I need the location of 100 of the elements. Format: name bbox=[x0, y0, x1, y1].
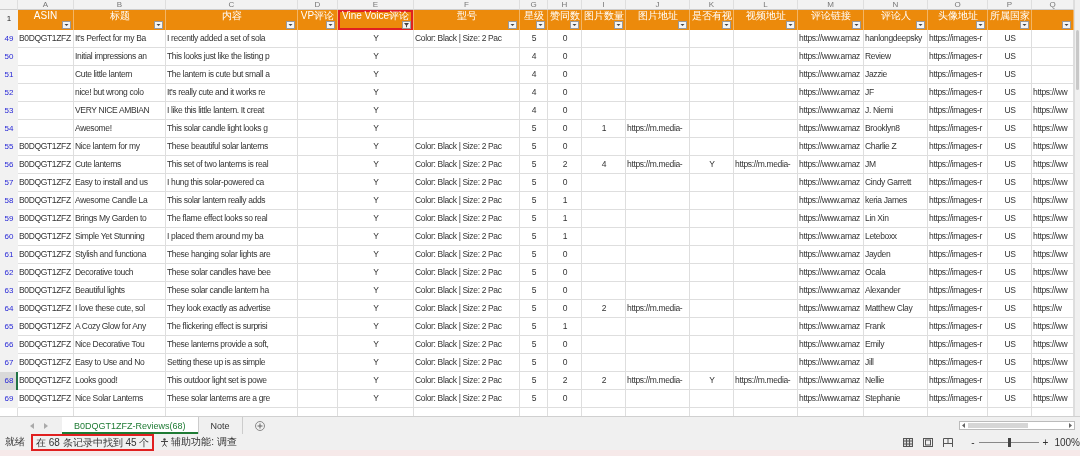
table-cell-text: Color: Black | Size: 2 Pac bbox=[414, 212, 503, 225]
row-number[interactable]: 1 bbox=[0, 10, 18, 30]
dropdown-button-icon[interactable] bbox=[976, 21, 985, 29]
column-letter[interactable]: C bbox=[166, 0, 298, 10]
dropdown-button-icon[interactable] bbox=[614, 21, 623, 29]
dropdown-button-icon[interactable] bbox=[154, 21, 163, 29]
add-sheet-icon[interactable] bbox=[254, 420, 265, 431]
dropdown-button-icon[interactable] bbox=[326, 21, 335, 29]
column-letter[interactable]: A bbox=[18, 0, 74, 10]
dropdown-button-icon[interactable] bbox=[536, 21, 545, 29]
column-header[interactable]: 评论人 bbox=[864, 10, 928, 30]
column-letter[interactable]: H bbox=[548, 0, 582, 10]
row-number[interactable]: 63 bbox=[0, 282, 18, 300]
column-letter[interactable]: N bbox=[864, 0, 928, 10]
column-letter[interactable]: I bbox=[582, 0, 626, 10]
table-cell-text: Y bbox=[708, 374, 716, 387]
column-header[interactable]: 赞同数 bbox=[548, 10, 582, 30]
row-number[interactable]: 60 bbox=[0, 228, 18, 246]
column-header[interactable] bbox=[1032, 10, 1074, 30]
column-letter[interactable]: O bbox=[928, 0, 988, 10]
table-cell-text: 0 bbox=[561, 122, 569, 135]
column-header[interactable]: VP评论 bbox=[298, 10, 338, 30]
row-number[interactable]: 54 bbox=[0, 120, 18, 138]
row-number[interactable]: 66 bbox=[0, 336, 18, 354]
vertical-scrollbar[interactable] bbox=[1074, 0, 1080, 416]
column-header[interactable]: Vine Voice评论 bbox=[338, 10, 414, 30]
dropdown-button-icon[interactable] bbox=[1020, 21, 1029, 29]
column-header[interactable]: 是否有视 bbox=[690, 10, 734, 30]
column-header-label: 视频地址 bbox=[744, 10, 787, 21]
dropdown-button-icon[interactable] bbox=[1062, 21, 1071, 29]
column-letter[interactable]: P bbox=[988, 0, 1032, 10]
table-cell-text: https://www.amaz bbox=[798, 320, 861, 333]
normal-view-icon[interactable] bbox=[903, 437, 914, 447]
table-cell-text: US bbox=[1003, 248, 1017, 261]
column-letter[interactable]: E bbox=[338, 0, 414, 10]
dropdown-button-icon[interactable] bbox=[508, 21, 517, 29]
table-cell-text: Jayden bbox=[864, 248, 892, 261]
column-header[interactable]: 所属国家 bbox=[988, 10, 1032, 30]
table-cell-text: 1 bbox=[561, 194, 569, 207]
zoom-out-button[interactable]: - bbox=[967, 436, 979, 448]
column-letter[interactable]: K bbox=[690, 0, 734, 10]
column-letter[interactable]: G bbox=[520, 0, 548, 10]
row-number[interactable]: 57 bbox=[0, 174, 18, 192]
accessibility-icon[interactable] bbox=[160, 437, 170, 447]
column-header[interactable]: 星级 bbox=[520, 10, 548, 30]
dropdown-button-icon[interactable] bbox=[570, 21, 579, 29]
page-layout-icon[interactable] bbox=[923, 437, 934, 447]
dropdown-button-icon[interactable] bbox=[852, 21, 861, 29]
row-number[interactable]: 65 bbox=[0, 318, 18, 336]
dropdown-button-icon[interactable] bbox=[62, 21, 71, 29]
row-number[interactable]: 62 bbox=[0, 264, 18, 282]
zoom-slider-thumb[interactable] bbox=[1007, 437, 1011, 447]
horizontal-scrollbar[interactable] bbox=[959, 421, 1075, 430]
column-header-label: VP评论 bbox=[299, 10, 336, 21]
row-number[interactable]: 52 bbox=[0, 84, 18, 102]
row-number[interactable]: 51 bbox=[0, 66, 18, 84]
table-cell-text: https://m.media- bbox=[626, 122, 684, 135]
row-number[interactable]: 59 bbox=[0, 210, 18, 228]
page-break-icon[interactable] bbox=[943, 437, 954, 447]
row-number[interactable]: 64 bbox=[0, 300, 18, 318]
column-header[interactable]: 内容 bbox=[166, 10, 298, 30]
column-header[interactable]: 头像地址 bbox=[928, 10, 988, 30]
column-header[interactable]: 图片数量 bbox=[582, 10, 626, 30]
column-header[interactable]: ASIN bbox=[18, 10, 74, 30]
dropdown-button-icon[interactable] bbox=[916, 21, 925, 29]
row-number[interactable]: 49 bbox=[0, 30, 18, 48]
row-number[interactable]: 58 bbox=[0, 192, 18, 210]
row-number[interactable]: 61 bbox=[0, 246, 18, 264]
table-cell-text: https://images-r bbox=[928, 158, 983, 171]
column-letter[interactable]: M bbox=[798, 0, 864, 10]
column-header[interactable]: 型号 bbox=[414, 10, 520, 30]
row-number[interactable]: 50 bbox=[0, 48, 18, 66]
row-number[interactable]: 56 bbox=[0, 156, 18, 174]
dropdown-button-icon[interactable] bbox=[678, 21, 687, 29]
row-number[interactable]: 68 bbox=[0, 372, 18, 390]
row-number[interactable]: 55 bbox=[0, 138, 18, 156]
dropdown-button-icon[interactable] bbox=[286, 21, 295, 29]
dropdown-button-icon[interactable] bbox=[722, 21, 731, 29]
column-header[interactable]: 视频地址 bbox=[734, 10, 798, 30]
table-cell-text: B0DQGT1ZFZ bbox=[18, 140, 72, 153]
table-cell-text: https://ww bbox=[1032, 338, 1069, 351]
dropdown-button-icon[interactable] bbox=[786, 21, 795, 29]
column-header[interactable]: 图片地址 bbox=[626, 10, 690, 30]
row-number[interactable]: 69 bbox=[0, 390, 18, 408]
column-letter[interactable]: J bbox=[626, 0, 690, 10]
row-number[interactable]: 53 bbox=[0, 102, 18, 120]
accessibility-status[interactable]: 辅助功能: 调查 bbox=[171, 435, 237, 449]
column-header[interactable]: 评论链接 bbox=[798, 10, 864, 30]
column-letter[interactable]: F bbox=[414, 0, 520, 10]
sheet-tab[interactable]: B0DQGT1ZFZ-Reviews(68) bbox=[62, 417, 199, 434]
zoom-in-button[interactable]: + bbox=[1038, 436, 1053, 448]
table-cell-text: https://ww bbox=[1032, 320, 1069, 333]
column-letter[interactable]: Q bbox=[1032, 0, 1074, 10]
table-cell-text: 4 bbox=[600, 158, 608, 171]
column-letter[interactable]: B bbox=[74, 0, 166, 10]
row-number[interactable]: 67 bbox=[0, 354, 18, 372]
filter-active-icon[interactable] bbox=[402, 21, 411, 29]
column-letter[interactable]: D bbox=[298, 0, 338, 10]
column-letter[interactable]: L bbox=[734, 0, 798, 10]
column-header[interactable]: 标题 bbox=[74, 10, 166, 30]
